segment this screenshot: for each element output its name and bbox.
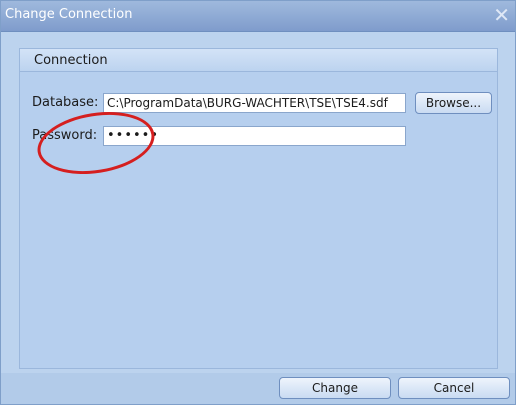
connection-group-title: Connection bbox=[34, 53, 108, 68]
database-path-field[interactable]: C:\ProgramData\BURG-WACHTER\TSE\TSE4.sdf bbox=[103, 93, 406, 113]
change-connection-dialog: Change Connection ✕ Connection Database:… bbox=[0, 0, 516, 405]
change-button[interactable]: Change bbox=[279, 377, 391, 399]
cancel-button[interactable]: Cancel bbox=[398, 377, 510, 399]
browse-button[interactable]: Browse... bbox=[415, 92, 492, 114]
close-icon[interactable]: ✕ bbox=[493, 3, 510, 27]
title-bar[interactable]: Change Connection ✕ bbox=[1, 1, 515, 32]
window-title: Change Connection bbox=[5, 7, 133, 22]
database-label: Database: bbox=[32, 95, 99, 110]
connection-group-header: Connection bbox=[20, 49, 497, 72]
